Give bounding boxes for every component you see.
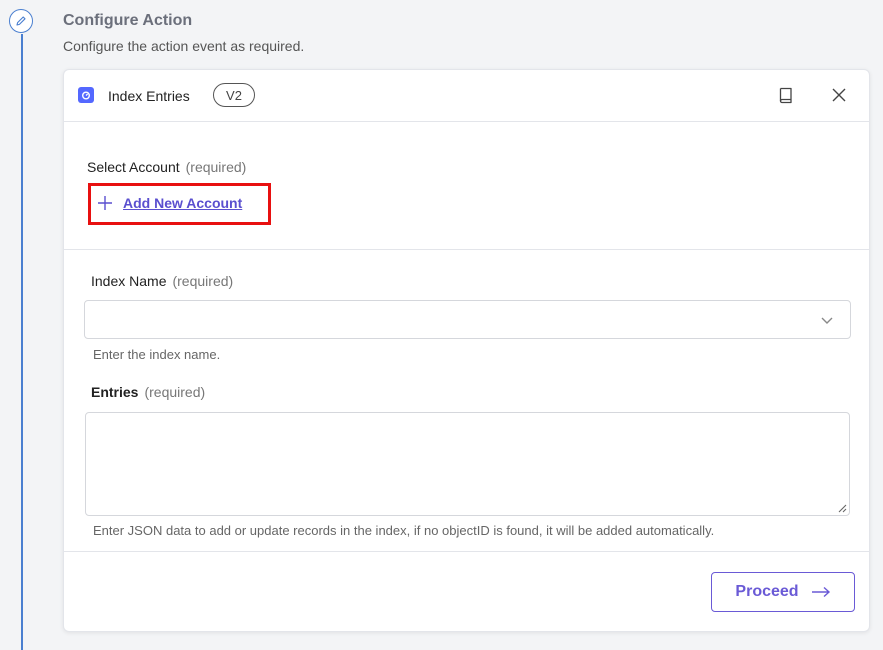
index-name-label-text: Index Name	[91, 273, 167, 289]
account-section: Select Account (required) Add New Account	[64, 122, 869, 250]
close-icon[interactable]	[827, 83, 851, 107]
version-badge[interactable]: V2	[213, 83, 255, 107]
index-name-select[interactable]	[84, 300, 851, 339]
card-header: Index Entries V2	[64, 70, 869, 122]
entries-required-text: (required)	[144, 384, 206, 400]
account-required-text: (required)	[185, 159, 247, 175]
account-label-text: Select Account	[87, 159, 180, 175]
add-new-account-button[interactable]: Add New Account	[97, 195, 242, 211]
proceed-button[interactable]: Proceed	[711, 572, 855, 612]
resize-handle-icon[interactable]	[837, 503, 847, 513]
plus-icon	[98, 196, 112, 210]
timeline-line	[21, 34, 23, 650]
index-name-label: Index Name (required)	[91, 273, 233, 289]
index-name-help: Enter the index name.	[93, 347, 221, 362]
footer-divider	[64, 551, 869, 552]
entries-label-text: Entries	[91, 384, 139, 400]
chevron-down-icon	[821, 317, 833, 324]
account-label: Select Account (required)	[87, 159, 246, 175]
pencil-icon	[9, 9, 33, 33]
action-config-card: Index Entries V2 Select Account (required…	[63, 69, 870, 632]
algolia-logo-icon	[78, 87, 94, 103]
action-name: Index Entries	[108, 88, 190, 104]
step-title: Configure Action	[63, 12, 193, 29]
arrow-right-icon	[811, 586, 830, 598]
entries-textarea[interactable]	[85, 412, 850, 516]
index-name-required-text: (required)	[172, 273, 234, 289]
step-subtitle: Configure the action event as required.	[63, 38, 305, 54]
add-new-account-link[interactable]: Add New Account	[123, 195, 242, 211]
entries-label: Entries (required)	[91, 384, 205, 400]
book-icon[interactable]	[774, 83, 798, 107]
proceed-label: Proceed	[735, 583, 799, 600]
entries-help: Enter JSON data to add or update records…	[93, 523, 715, 538]
